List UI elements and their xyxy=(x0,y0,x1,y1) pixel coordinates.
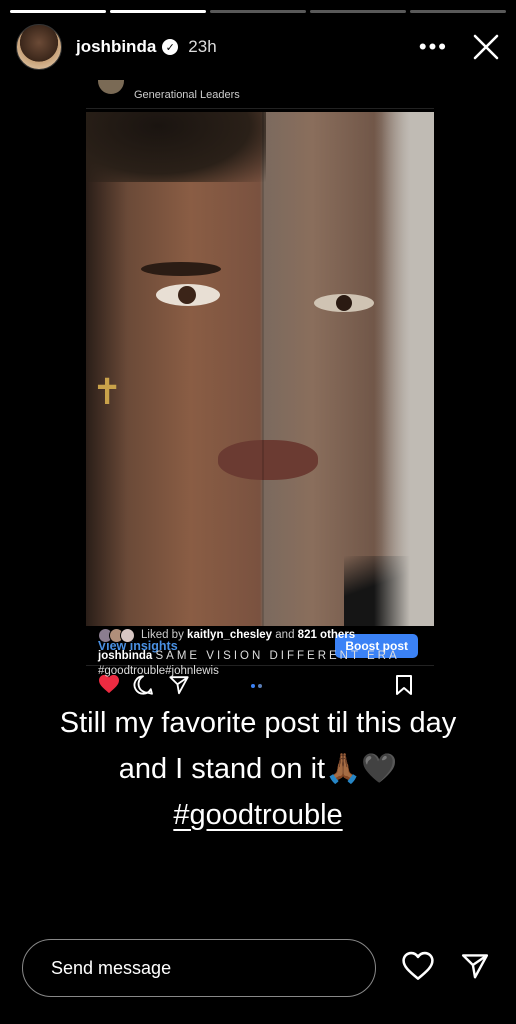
post-time: 23h xyxy=(188,37,217,56)
post-author: Generational Leaders xyxy=(134,89,240,101)
caption-hashtags[interactable]: #goodtrouble#johnlewis xyxy=(98,665,219,677)
caption-text: SAME VISION DIFFERENT ERA xyxy=(155,650,400,662)
verified-badge-icon: ✓ xyxy=(162,39,179,55)
story-text-line-2: and I stand on it🙏🏾🖤 xyxy=(118,753,398,785)
likes-prefix: Liked by xyxy=(141,629,184,641)
likes-summary[interactable]: Liked by kaitlyn_chesley and 821 others xyxy=(98,626,434,644)
avatar[interactable] xyxy=(16,24,62,70)
likes-count[interactable]: 821 others xyxy=(298,629,356,641)
liker-avatars xyxy=(98,627,135,643)
story-hashtag[interactable]: #goodtrouble xyxy=(173,799,342,831)
like-story-heart-icon[interactable] xyxy=(402,951,434,986)
shared-post[interactable]: Generational Leaders ✝ View insights Boo… xyxy=(86,80,434,695)
carousel-dots xyxy=(251,684,262,688)
progress-segment xyxy=(210,10,306,13)
close-icon[interactable] xyxy=(472,33,500,61)
progress-segment xyxy=(410,10,506,13)
story-header: joshbinda ✓ 23h ••• xyxy=(16,24,500,70)
more-icon[interactable]: ••• xyxy=(419,36,448,58)
username[interactable]: joshbinda xyxy=(76,37,156,57)
send-message-input[interactable] xyxy=(22,939,376,997)
progress-segment xyxy=(10,10,106,13)
story-text-line-1: Still my favorite post til this day xyxy=(59,707,457,739)
reply-bar xyxy=(22,938,494,998)
likes-user[interactable]: kaitlyn_chesley xyxy=(187,629,272,641)
post-caption: joshbinda SAME VISION DIFFERENT ERA #goo… xyxy=(98,649,434,679)
caption-username[interactable]: joshbinda xyxy=(98,650,152,662)
story-text: Still my favorite post til this day and … xyxy=(0,700,516,838)
likes-mid: and xyxy=(275,629,295,641)
story-progress xyxy=(10,10,506,13)
post-header: Generational Leaders xyxy=(86,80,434,109)
post-photo: ✝ xyxy=(86,112,434,626)
progress-segment xyxy=(310,10,406,13)
send-icon[interactable] xyxy=(460,951,490,986)
progress-segment xyxy=(110,10,206,13)
post-author-avatar xyxy=(98,80,124,94)
